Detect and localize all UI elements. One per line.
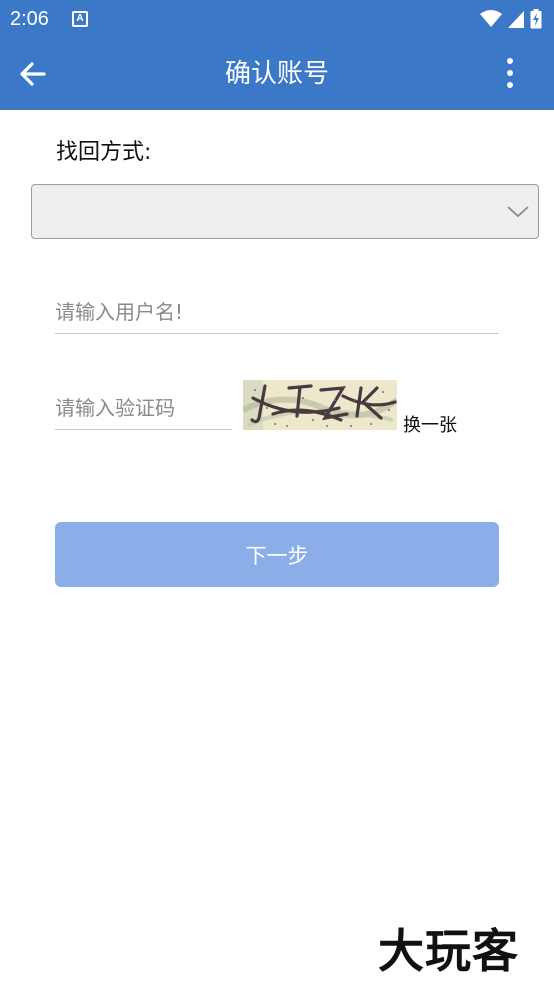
watermark-logo: 大玩客: [378, 924, 519, 978]
app-bar: 确认账号: [0, 38, 554, 110]
recovery-method-label: 找回方式:: [56, 140, 152, 165]
page-title: 确认账号: [224, 59, 329, 89]
wifi-icon: [480, 10, 502, 27]
battery-charging-icon: [530, 9, 542, 29]
app-notification-icon: A: [72, 11, 88, 27]
more-vertical-icon: [507, 58, 513, 88]
status-icons: [480, 9, 542, 29]
chevron-down-icon: [507, 206, 529, 218]
username-input[interactable]: [55, 290, 499, 334]
status-time: 2:06: [10, 8, 49, 30]
captcha-image[interactable]: [243, 380, 397, 430]
recovery-method-select[interactable]: [31, 184, 539, 239]
signal-icon: [508, 11, 524, 28]
captcha-input[interactable]: [55, 386, 232, 430]
captcha-refresh-link[interactable]: 换一张: [403, 411, 457, 437]
more-options-button[interactable]: [502, 56, 518, 92]
status-bar: 2:06 A: [0, 0, 554, 38]
next-step-button[interactable]: 下一步: [55, 522, 499, 587]
